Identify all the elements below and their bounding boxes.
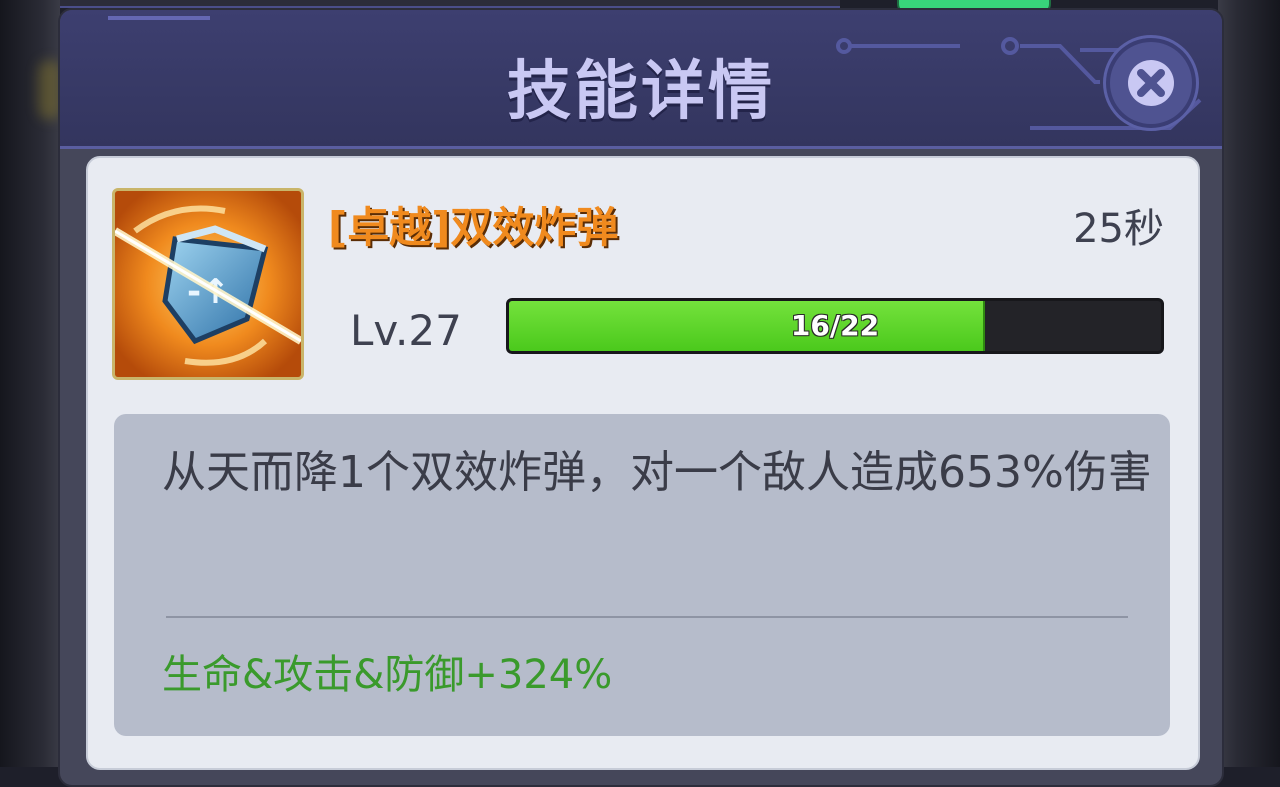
skill-card: -↑ [卓越]双效炸弹 25秒 Lv.27 16/22 从天而降1个双效炸弹，对…	[86, 156, 1200, 770]
skill-name: [卓越]双效炸弹	[328, 203, 619, 252]
dialog-title: 技能详情	[507, 55, 775, 129]
divider	[166, 616, 1128, 618]
skill-cooldown: 25秒	[1073, 206, 1164, 252]
skill-description-box: 从天而降1个双效炸弹，对一个敌人造成653%伤害 生命&攻击&防御+324%	[114, 414, 1170, 736]
shield-bomb-icon: -↑	[112, 188, 304, 380]
progress-text: 16/22	[790, 309, 880, 342]
skill-level: Lv.27	[350, 306, 462, 355]
dialog-header: 技能详情	[60, 10, 1222, 149]
skill-detail-dialog: 技能详情 -↑ [卓越]双效炸弹 25秒 Lv.27 16/22 从天而降1个双…	[58, 8, 1224, 787]
close-button[interactable]	[1110, 42, 1192, 124]
upgrade-progress-bar: 16/22	[506, 298, 1164, 354]
background-top-strip	[60, 0, 840, 8]
skill-description: 从天而降1个双效炸弹，对一个敌人造成653%伤害	[162, 447, 1152, 498]
stat-bonus: 生命&攻击&防御+324%	[162, 652, 613, 698]
background-right	[1218, 0, 1280, 767]
close-x-icon	[1128, 60, 1174, 106]
